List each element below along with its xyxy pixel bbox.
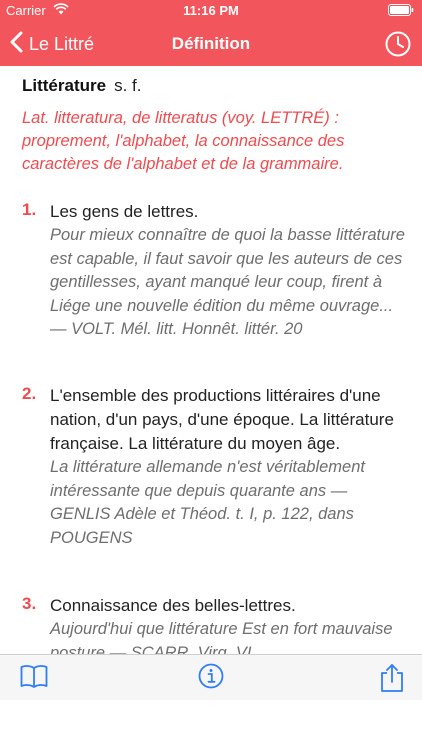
sense-example: Aujourd'hui que littérature Est en fort …	[50, 620, 393, 654]
history-button[interactable]	[384, 30, 412, 63]
sense-item: 1. Les gens de lettres. Pour mieux conna…	[22, 200, 412, 342]
book-button[interactable]	[20, 663, 48, 694]
book-icon	[20, 665, 48, 693]
header: Carrier 11:16 PM Le Littré Définition	[0, 0, 422, 66]
headword-line: Littérature s. f.	[22, 76, 141, 96]
info-icon	[198, 663, 224, 693]
home-indicator-area	[0, 700, 422, 750]
part-of-speech: s. f.	[114, 76, 142, 95]
navigation-bar: Le Littré Définition	[0, 22, 422, 66]
sense-example: La littérature allemande n'est véritable…	[50, 458, 365, 547]
headword: Littérature	[22, 76, 107, 95]
sense-item: 2. L'ensemble des productions littéraire…	[22, 384, 412, 550]
page-title: Définition	[171, 34, 251, 53]
sense-item: 3. Connaissance des belles-lettres. Aujo…	[22, 594, 412, 654]
sense-definition: Connaissance des belles-lettres.	[50, 596, 296, 615]
status-bar: Carrier 11:16 PM	[0, 0, 422, 20]
sense-definition: Les gens de lettres.	[50, 202, 199, 221]
sense-example: Pour mieux connaître de quoi la basse li…	[50, 226, 405, 338]
sense-definition: L'ensemble des productions littéraires d…	[50, 386, 394, 453]
bottom-toolbar	[0, 654, 422, 701]
battery-icon	[388, 4, 414, 19]
sense-number: 1.	[22, 200, 37, 219]
share-icon	[380, 664, 404, 697]
info-button[interactable]	[198, 663, 224, 694]
sense-number: 3.	[22, 594, 37, 613]
clock-icon	[384, 31, 412, 62]
share-button[interactable]	[380, 663, 404, 698]
status-time: 11:16 PM	[183, 3, 239, 18]
definition-content[interactable]: Littérature s. f. Lat. litteratura, de li…	[0, 66, 422, 654]
etymology: Lat. litteratura, de litteratus (voy. LE…	[22, 109, 345, 173]
sense-number: 2.	[22, 384, 37, 403]
